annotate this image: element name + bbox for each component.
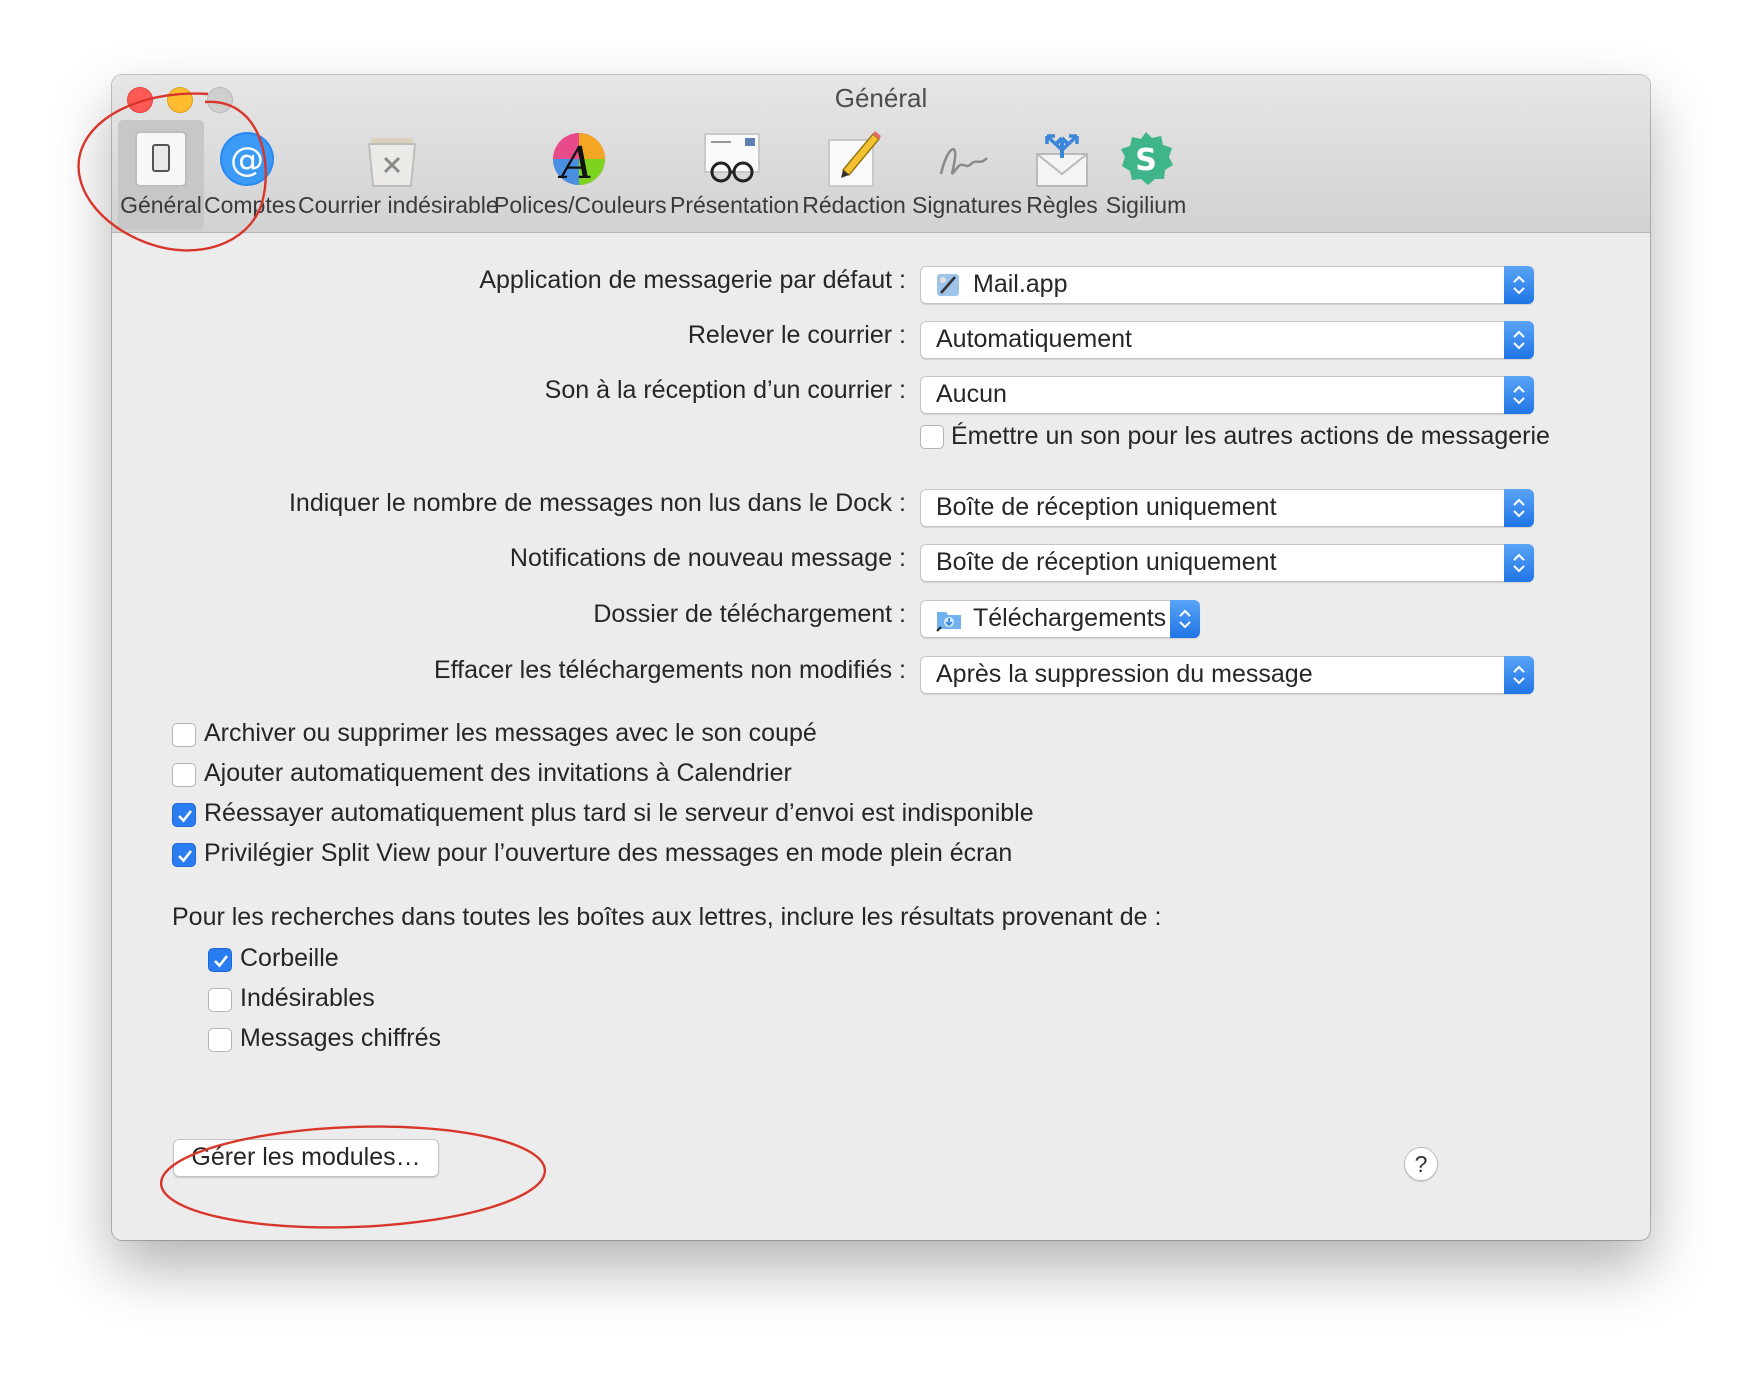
new-mail-sound-value: Aucun — [936, 380, 1007, 408]
window-title: Général — [834, 83, 928, 113]
search-junk-checkbox[interactable] — [208, 988, 232, 1012]
tab-rules[interactable]: Règles — [1022, 120, 1102, 230]
title-bar-toolbar: Général Général @ Comptes Courrier indés… — [112, 75, 1650, 233]
downloads-folder-popup[interactable]: Téléchargements — [920, 600, 1200, 638]
switch-icon — [135, 131, 187, 187]
mail-app-icon — [937, 274, 959, 296]
tab-general-label: Général — [120, 192, 202, 218]
play-sounds-checkbox[interactable] — [920, 425, 944, 449]
check-mail-popup[interactable]: Automatiquement — [920, 321, 1534, 359]
notifications-popup[interactable]: Boîte de réception uniquement — [920, 544, 1534, 582]
retry-sending-label: Réessayer automatiquement plus tard si l… — [204, 799, 1034, 827]
sigilium-icon: S — [1121, 132, 1173, 185]
chevron-updown-icon — [1504, 656, 1534, 694]
tab-composing[interactable]: Rédaction — [802, 120, 906, 230]
tab-junk-mail[interactable]: Courrier indésirable — [298, 120, 499, 230]
retry-sending-checkbox[interactable] — [172, 803, 196, 827]
notifications-label: Notifications de nouveau message : — [509, 544, 906, 572]
svg-text:S: S — [1135, 143, 1157, 178]
checkmark-icon — [214, 955, 229, 968]
tab-junk-mail-label: Courrier indésirable — [298, 192, 499, 218]
tab-sigilium[interactable]: S Sigilium — [1104, 120, 1188, 230]
tab-signatures[interactable]: Signatures — [912, 120, 1022, 230]
default-app-value: Mail.app — [973, 270, 1068, 298]
search-encrypted-label: Messages chiffrés — [240, 1024, 442, 1052]
tab-viewing[interactable]: Présentation — [670, 120, 800, 230]
help-button[interactable]: ? — [1404, 1147, 1438, 1181]
checkmark-icon — [178, 810, 193, 823]
downloads-folder-label: Dossier de téléchargement : — [593, 600, 906, 628]
add-invitations-label: Ajouter automatiquement des invitations … — [204, 759, 792, 787]
play-sounds-label: Émettre un son pour les autres actions d… — [951, 422, 1550, 450]
tab-rules-label: Règles — [1026, 192, 1098, 218]
new-mail-sound-label: Son à la réception d’un courrier : — [544, 376, 906, 404]
dock-unread-value: Boîte de réception uniquement — [936, 493, 1277, 521]
dock-unread-label: Indiquer le nombre de messages non lus d… — [288, 489, 906, 517]
pencil-icon — [828, 131, 881, 187]
chevron-updown-icon — [1504, 489, 1534, 527]
search-trash-checkbox[interactable] — [208, 948, 232, 972]
chevron-updown-icon — [1504, 266, 1534, 304]
check-mail-value: Automatiquement — [936, 325, 1132, 353]
chevron-updown-icon — [1504, 321, 1534, 359]
search-junk-label: Indésirables — [240, 984, 375, 1012]
dock-unread-popup[interactable]: Boîte de réception uniquement — [920, 489, 1534, 527]
tab-accounts-label: Comptes — [204, 192, 297, 218]
downloads-folder-icon — [936, 612, 961, 632]
tab-viewing-label: Présentation — [670, 192, 800, 218]
search-trash-label: Corbeille — [240, 944, 339, 972]
tab-fonts-colors[interactable]: A Polices/Couleurs — [494, 120, 667, 230]
font-colors-icon: A — [553, 133, 605, 189]
remove-downloads-label: Effacer les téléchargements non modifiés… — [433, 656, 906, 684]
default-app-popup[interactable]: Mail.app — [920, 266, 1534, 304]
notifications-value: Boîte de réception uniquement — [936, 548, 1277, 576]
new-mail-sound-popup[interactable]: Aucun — [920, 376, 1534, 414]
search-encrypted-checkbox[interactable] — [208, 1028, 232, 1052]
tab-signatures-label: Signatures — [912, 192, 1022, 218]
rules-icon — [1036, 134, 1088, 187]
tab-accounts[interactable]: @ Comptes — [204, 120, 297, 230]
archive-muted-checkbox[interactable] — [172, 723, 196, 747]
downloads-folder-value: Téléchargements — [973, 604, 1167, 632]
split-view-label: Privilégier Split View pour l’ouverture … — [204, 839, 1013, 867]
tab-general[interactable]: Général — [118, 120, 204, 230]
general-settings-pane: Application de messagerie par défaut : M… — [112, 233, 1650, 1240]
glasses-icon — [704, 133, 760, 183]
search-heading: Pour les recherches dans toutes les boît… — [172, 903, 1162, 931]
tab-fonts-colors-label: Polices/Couleurs — [494, 192, 667, 218]
add-invitations-checkbox[interactable] — [172, 763, 196, 787]
signature-icon — [939, 147, 988, 175]
split-view-checkbox[interactable] — [172, 843, 196, 867]
archive-muted-label: Archiver ou supprimer les messages avec … — [204, 719, 817, 747]
default-app-label: Application de messagerie par défaut : — [479, 266, 906, 294]
chevron-updown-icon — [1504, 376, 1534, 414]
chevron-updown-icon — [1170, 600, 1200, 638]
remove-downloads-value: Après la suppression du message — [936, 660, 1313, 688]
tab-composing-label: Rédaction — [802, 192, 906, 218]
check-mail-label: Relever le courrier : — [687, 321, 906, 349]
at-icon: @ — [220, 132, 274, 186]
tab-sigilium-label: Sigilium — [1105, 192, 1187, 218]
chevron-updown-icon — [1504, 544, 1534, 582]
checkmark-icon — [178, 850, 193, 863]
remove-downloads-popup[interactable]: Après la suppression du message — [920, 656, 1534, 694]
manage-plugins-button[interactable]: Gérer les modules… — [173, 1139, 439, 1177]
preferences-window: Général Général @ Comptes Courrier indés… — [112, 75, 1650, 1240]
junk-bin-icon — [367, 138, 417, 187]
svg-text:@: @ — [230, 140, 264, 180]
svg-text:A: A — [557, 138, 593, 189]
